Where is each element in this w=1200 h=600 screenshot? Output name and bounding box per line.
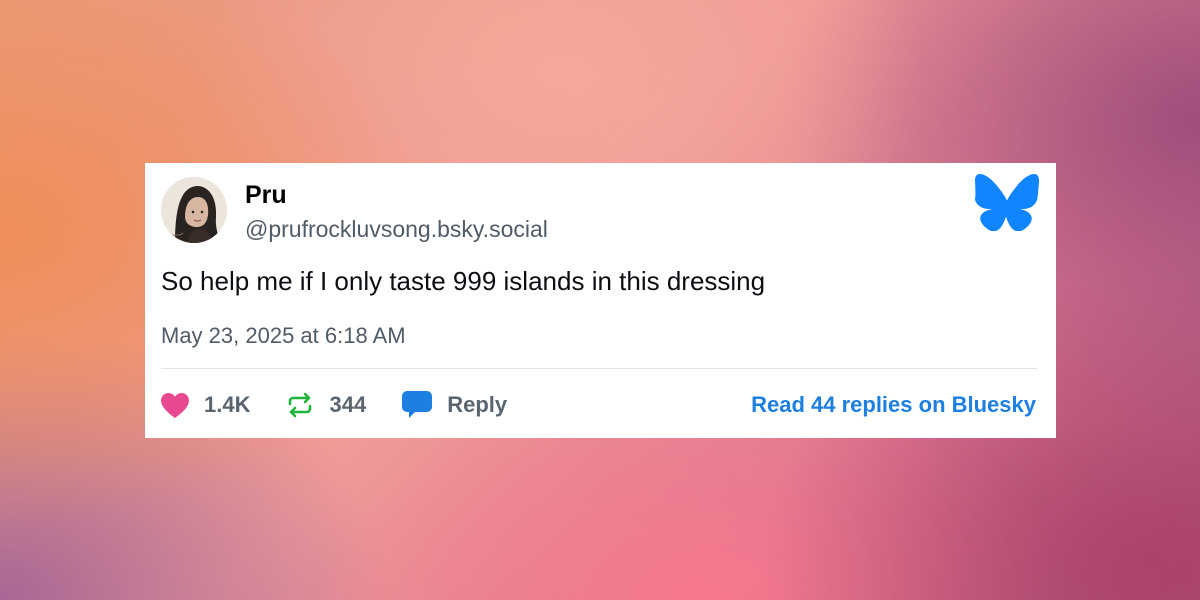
speech-bubble-icon xyxy=(402,391,433,419)
action-bar: 1.4K 344 Reply xyxy=(161,389,543,421)
repost-button[interactable]: 344 xyxy=(286,391,366,419)
divider xyxy=(161,368,1037,369)
like-button[interactable]: 1.4K xyxy=(161,391,250,419)
post-timestamp[interactable]: May 23, 2025 at 6:18 AM xyxy=(161,322,406,350)
avatar[interactable] xyxy=(161,177,227,243)
post-card: Pru @prufrockluvsong.bsky.social So help… xyxy=(145,163,1056,438)
author-handle[interactable]: @prufrockluvsong.bsky.social xyxy=(245,215,548,243)
like-count: 1.4K xyxy=(204,392,251,417)
repost-icon xyxy=(286,391,314,419)
heart-icon xyxy=(161,392,189,418)
post-text: So help me if I only taste 999 islands i… xyxy=(161,266,766,296)
reply-button[interactable]: Reply xyxy=(402,391,507,419)
author-name[interactable]: Pru xyxy=(245,180,287,210)
read-replies-link[interactable]: Read 44 replies on Bluesky xyxy=(751,391,1036,419)
reply-label: Reply xyxy=(447,392,508,417)
bluesky-butterfly-icon[interactable] xyxy=(974,174,1039,232)
repost-count: 344 xyxy=(329,392,367,417)
